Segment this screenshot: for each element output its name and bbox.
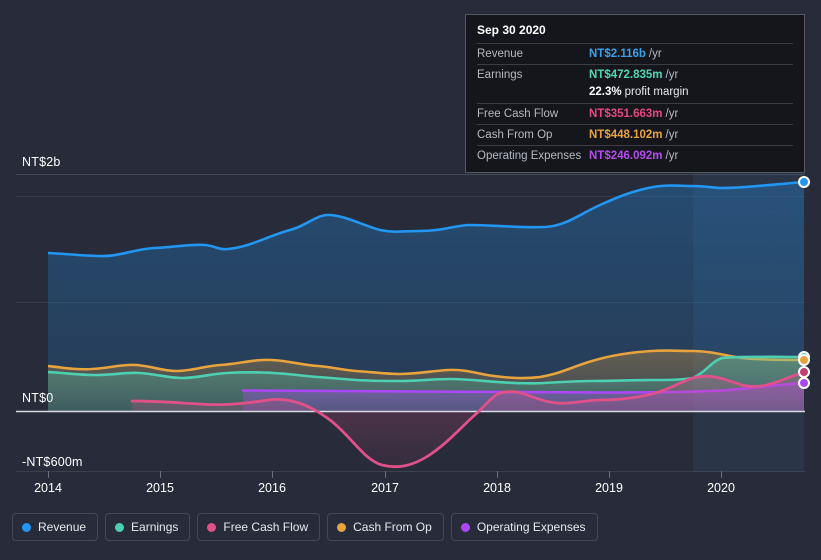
legend-item-revenue[interactable]: Revenue: [12, 513, 99, 541]
x-axis-label-2018: 2018: [483, 481, 511, 495]
tooltip-row-free-cash-flow: Free Cash Flow NT$351.663m /yr: [477, 102, 793, 124]
x-axis-label-2014: 2014: [34, 481, 62, 495]
tooltip-unit-operating-expenses: /yr: [665, 150, 679, 163]
tooltip-value-revenue: NT$2.116b: [589, 48, 646, 60]
x-axis-label-2020: 2020: [707, 481, 735, 495]
legend-item-earnings[interactable]: Earnings: [105, 513, 191, 541]
endpoint-marker-revenue[interactable]: [798, 176, 810, 188]
tooltip-row-operating-expenses: Operating Expenses NT$246.092m /yr: [477, 145, 793, 166]
tooltip-unit-profit-margin: profit margin: [624, 86, 689, 99]
tooltip-row-revenue: Revenue NT$2.116b /yr: [477, 43, 793, 64]
tooltip-key-cash-from-op: Cash From Op: [477, 128, 553, 141]
tooltip-value-profit-margin: 22.3%: [589, 86, 622, 99]
tooltip-unit-revenue: /yr: [648, 48, 662, 60]
tooltip-value-operating-expenses: NT$246.092m: [589, 150, 663, 163]
legend-item-free-cash-flow[interactable]: Free Cash Flow: [197, 513, 321, 541]
endpoint-marker-operating-expenses[interactable]: [798, 377, 810, 389]
x-tick-marks: [48, 471, 722, 478]
legend-label-cash-from-op: Cash From Op: [353, 520, 432, 534]
tooltip-unit-cash-from-op: /yr: [665, 128, 679, 141]
legend-dot-revenue-icon: [22, 522, 31, 532]
legend-item-operating-expenses[interactable]: Operating Expenses: [450, 513, 598, 541]
chart-tooltip: Sep 30 2020 Revenue NT$2.116b /yr Earnin…: [465, 14, 805, 174]
tooltip-key-operating-expenses: Operating Expenses: [477, 150, 582, 163]
legend-label-free-cash-flow: Free Cash Flow: [223, 520, 309, 534]
tooltip-row-earnings: Earnings NT$472.835m /yr: [477, 64, 793, 85]
endpoint-marker-cash-from-op[interactable]: [798, 354, 810, 366]
tooltip-value-cash-from-op: NT$448.102m: [589, 128, 663, 141]
chart-legend: Revenue Earnings Free Cash Flow Cash Fro…: [12, 513, 598, 541]
x-axis-label-2015: 2015: [146, 481, 174, 495]
legend-dot-cash-from-op-icon: [337, 522, 347, 532]
legend-item-cash-from-op[interactable]: Cash From Op: [327, 513, 444, 541]
legend-label-earnings: Earnings: [131, 520, 179, 534]
legend-dot-free-cash-flow-icon: [207, 522, 217, 532]
x-axis-label-2017: 2017: [371, 481, 399, 495]
tooltip-key-earnings: Earnings: [477, 69, 523, 82]
tooltip-row-cash-from-op: Cash From Op NT$448.102m /yr: [477, 123, 793, 145]
legend-dot-earnings-icon: [115, 522, 125, 532]
financial-chart: NT$2b NT$0 -NT$600m 2014 2015 2016 2017 …: [0, 0, 821, 560]
tooltip-date: Sep 30 2020: [477, 23, 546, 37]
legend-label-operating-expenses: Operating Expenses: [476, 520, 586, 534]
tooltip-row-profit-margin: 22.3% profit margin: [477, 85, 793, 102]
tooltip-unit-free-cash-flow: /yr: [665, 107, 679, 120]
x-axis-label-2016: 2016: [258, 481, 286, 495]
legend-label-revenue: Revenue: [38, 520, 87, 534]
tooltip-value-earnings: NT$472.835m: [589, 69, 663, 82]
legend-dot-operating-expenses-icon: [460, 522, 470, 532]
endpoint-marker-free-cash-flow[interactable]: [798, 366, 810, 378]
tooltip-value-free-cash-flow: NT$351.663m: [589, 107, 663, 120]
tooltip-unit-earnings: /yr: [665, 69, 679, 82]
tooltip-key-free-cash-flow: Free Cash Flow: [477, 107, 559, 120]
x-axis-label-2019: 2019: [595, 481, 623, 495]
tooltip-key-revenue: Revenue: [477, 48, 524, 60]
